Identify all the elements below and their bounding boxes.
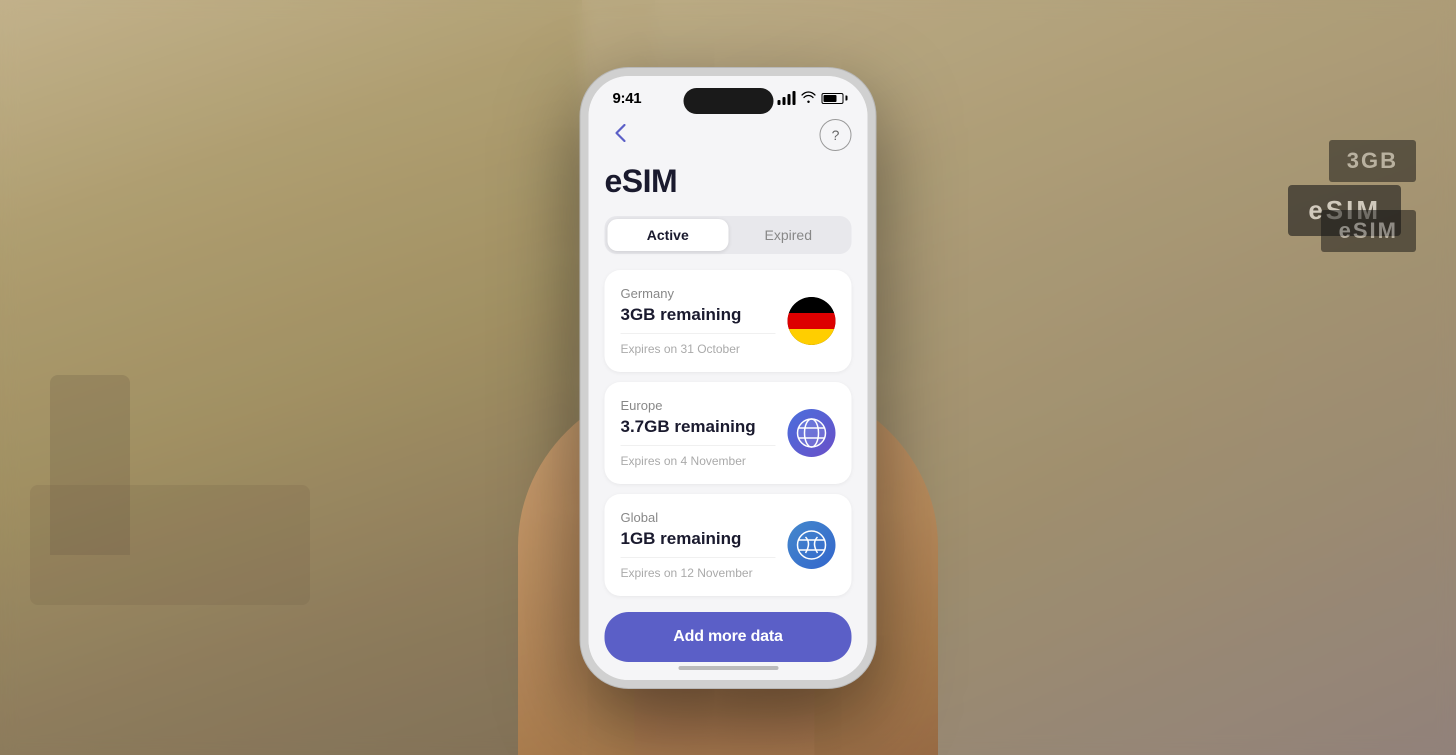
card-data-europe: 3.7GB remaining — [621, 417, 776, 437]
card-data-global: 1GB remaining — [621, 529, 776, 549]
add-more-data-button[interactable]: Add more data — [605, 612, 852, 662]
germany-flag-icon — [788, 297, 836, 345]
signal-bar-4 — [793, 91, 796, 105]
card-region-germany: Germany — [621, 286, 776, 301]
wifi-icon — [802, 91, 816, 106]
card-info-global: Global 1GB remaining Expires on 12 Novem… — [621, 510, 776, 580]
card-divider-europe — [621, 445, 776, 446]
signal-bar-3 — [788, 94, 791, 105]
esim-card-europe[interactable]: Europe 3.7GB remaining Expires on 4 Nove… — [605, 382, 852, 484]
phone-screen: 9:41 — [589, 76, 868, 680]
page-title: eSIM — [605, 163, 852, 200]
signal-icon — [778, 91, 796, 105]
card-divider-global — [621, 557, 776, 558]
status-time: 9:41 — [613, 90, 642, 107]
app-content: ? eSIM Active Expired Germany 3GB remain… — [589, 115, 868, 664]
help-button[interactable]: ? — [820, 119, 852, 151]
home-indicator — [678, 666, 778, 670]
tab-active[interactable]: Active — [608, 219, 729, 251]
tabs-container: Active Expired — [605, 216, 852, 254]
card-expiry-europe: Expires on 4 November — [621, 454, 776, 468]
esim-card-global[interactable]: Global 1GB remaining Expires on 12 Novem… — [605, 494, 852, 596]
person-silhouette — [50, 375, 130, 555]
battery-fill — [824, 95, 837, 102]
phone-frame: 9:41 — [581, 68, 876, 688]
global-globe-icon — [788, 521, 836, 569]
signal-bar-2 — [783, 97, 786, 105]
dynamic-island — [683, 88, 773, 114]
tab-expired[interactable]: Expired — [728, 219, 849, 251]
card-info-europe: Europe 3.7GB remaining Expires on 4 Nove… — [621, 398, 776, 468]
europe-globe-icon — [788, 409, 836, 457]
esim-card-germany[interactable]: Germany 3GB remaining Expires on 31 Octo… — [605, 270, 852, 372]
help-icon: ? — [832, 127, 840, 143]
phone-wrapper: 9:41 — [581, 68, 876, 688]
back-button[interactable] — [605, 119, 637, 151]
card-info-germany: Germany 3GB remaining Expires on 31 Octo… — [621, 286, 776, 356]
card-expiry-global: Expires on 12 November — [621, 566, 776, 580]
card-divider-germany — [621, 333, 776, 334]
card-expiry-germany: Expires on 31 October — [621, 342, 776, 356]
card-region-europe: Europe — [621, 398, 776, 413]
status-icons — [778, 91, 844, 106]
signal-bar-1 — [778, 100, 781, 105]
airport-sign-2: 3GB — [1329, 140, 1416, 182]
app-header: ? — [605, 115, 852, 163]
back-arrow-icon — [616, 124, 626, 146]
airport-sign-3: eSIM — [1321, 210, 1416, 252]
card-data-germany: 3GB remaining — [621, 305, 776, 325]
card-region-global: Global — [621, 510, 776, 525]
battery-icon — [822, 93, 844, 104]
